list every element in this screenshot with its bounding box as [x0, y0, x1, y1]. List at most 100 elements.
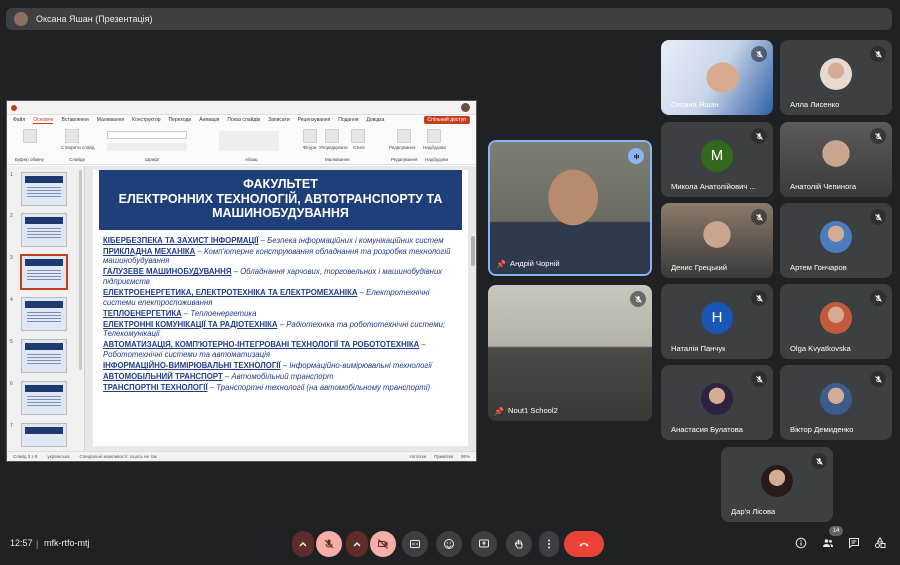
- paste-button[interactable]: [23, 129, 37, 143]
- participant-name: Артем Гончаров: [790, 263, 847, 272]
- ppt-tab[interactable]: Довідка: [366, 117, 384, 123]
- mic-off-icon: [755, 375, 763, 383]
- participant-tile[interactable]: Артем Гончаров: [780, 203, 892, 278]
- slide-thumbnail[interactable]: [21, 213, 67, 247]
- muted-indicator: [630, 291, 646, 307]
- participant-name: Андрій Чорній: [510, 259, 560, 268]
- participant-tile[interactable]: Анастасия Булатова: [661, 365, 773, 440]
- slide-number: 1: [10, 172, 13, 178]
- slide-number: 4: [10, 297, 13, 303]
- ppt-tab[interactable]: Рецензування: [298, 117, 331, 123]
- share-button[interactable]: Спільний доступ: [423, 116, 470, 124]
- pin-icon: 📌: [494, 407, 504, 416]
- chat-button[interactable]: [846, 535, 862, 551]
- ppt-tab-active[interactable]: Основне: [33, 117, 54, 124]
- slide-thumbnail[interactable]: [21, 297, 67, 331]
- muted-indicator: [811, 453, 827, 469]
- meeting-details-button[interactable]: [793, 535, 809, 551]
- meeting-controls-bar: 12:57 | mfk-rtfo-mtj 14: [0, 525, 900, 565]
- camera-toggle-button[interactable]: [370, 531, 396, 557]
- participant-avatar: [761, 464, 793, 497]
- status-comments[interactable]: Примітки: [434, 454, 453, 459]
- specialty-name: ЕЛЕКТРОЕНЕРГЕТИКА, ЕЛЕКТРОТЕХНІКА ТА ЕЛЕ…: [103, 287, 358, 297]
- ppt-tab[interactable]: Записати: [268, 117, 290, 123]
- participant-tile[interactable]: H Наталія Панчук: [661, 284, 773, 359]
- more-options-button[interactable]: [539, 531, 559, 557]
- program-name: Транспортні технології (на автомобільном…: [216, 383, 431, 393]
- chevron-up-icon: [299, 542, 307, 547]
- ppt-tab[interactable]: Конструктор: [132, 117, 161, 123]
- slide-thumbnail[interactable]: [21, 423, 67, 447]
- participant-tile[interactable]: 📌 Nout1 School2: [488, 285, 652, 421]
- shapes-button[interactable]: [303, 129, 317, 143]
- participant-tile[interactable]: Алла Лисенко: [780, 40, 892, 115]
- emoji-icon: [444, 539, 454, 549]
- muted-indicator: [751, 371, 767, 387]
- raise-hand-button[interactable]: [506, 531, 532, 557]
- slide-thumbnail-selected[interactable]: [21, 255, 67, 289]
- arrange-button[interactable]: [325, 129, 339, 143]
- activities-button[interactable]: [872, 535, 888, 551]
- participant-tile[interactable]: 📌 Андрій Чорній: [488, 140, 652, 276]
- ppt-tab[interactable]: Показ слайдів: [227, 117, 260, 123]
- ribbon-button-label: Фігури: [303, 145, 317, 150]
- ppt-tab[interactable]: Файл: [13, 117, 25, 123]
- slide-content: КІБЕРБЕЗПЕКА ТА ЗАХИСТ ІНФОРМАЦІЇ – Безп…: [93, 230, 468, 446]
- slide-thumbnails: 1 2 3 4 5 6 7: [7, 166, 85, 451]
- info-icon: [795, 537, 807, 549]
- ribbon-button-label: Упорядкувати: [319, 145, 348, 150]
- ribbon-button-label: Стилі: [353, 145, 365, 150]
- ppt-status-bar: Слайд 3 з 9 українська Спеціальні можлив…: [7, 451, 476, 461]
- present-screen-button[interactable]: [471, 531, 497, 557]
- slide-thumbnail[interactable]: [21, 339, 67, 373]
- presenter-avatar: [14, 12, 28, 26]
- current-slide: ФАКУЛЬТЕТ ЕЛЕКТРОННИХ ТЕХНОЛОГІЙ, АВТОТР…: [93, 170, 468, 446]
- program-name: Інформаційно-вимірювальні технології: [289, 361, 432, 371]
- slide-list-item: ТЕПЛОЕНЕРГЕТИКА – Теплоенергетика: [103, 308, 257, 318]
- reactions-button[interactable]: [436, 531, 462, 557]
- people-button[interactable]: [820, 535, 836, 551]
- addins-button[interactable]: [427, 129, 441, 143]
- participant-name: Nout1 School2: [508, 406, 558, 415]
- mic-off-icon: [755, 294, 763, 302]
- participant-tile[interactable]: Денис Грецький: [661, 203, 773, 278]
- muted-indicator: [870, 128, 886, 144]
- status-zoom[interactable]: 95%: [461, 454, 470, 459]
- participant-tile[interactable]: Анатолій Чепинога: [780, 122, 892, 197]
- meeting-code[interactable]: mfk-rtfo-mtj: [44, 538, 90, 548]
- ppt-tab[interactable]: Переходи: [169, 117, 192, 123]
- font-name-box[interactable]: [107, 131, 187, 139]
- muted-indicator: [751, 290, 767, 306]
- slide-scrollbar[interactable]: [471, 236, 475, 266]
- participant-tile[interactable]: M Микола Анатолійович ...: [661, 122, 773, 197]
- participant-tile[interactable]: Оксана Яшан: [661, 40, 773, 115]
- slide-thumbnail[interactable]: [21, 172, 67, 206]
- separator: |: [36, 539, 39, 549]
- slide-number: 2: [10, 213, 13, 219]
- participant-tile[interactable]: Olga Kvyatkovska: [780, 284, 892, 359]
- status-notes[interactable]: Нотатки: [409, 454, 426, 459]
- slide-thumbnail[interactable]: [21, 381, 67, 415]
- participant-tile[interactable]: Віктор Демиденко: [780, 365, 892, 440]
- powerpoint-icon: [11, 104, 17, 111]
- mic-options-button[interactable]: [292, 531, 314, 557]
- thumbnails-scrollbar[interactable]: [79, 170, 82, 370]
- new-slide-button[interactable]: [65, 129, 79, 143]
- editing-button[interactable]: [397, 129, 411, 143]
- captions-button[interactable]: [402, 531, 428, 557]
- ppt-tab[interactable]: Подання: [338, 117, 358, 123]
- presenter-bar[interactable]: Оксана Яшан (Презентація): [6, 8, 892, 30]
- participant-avatar: M: [701, 139, 733, 172]
- camera-options-button[interactable]: [346, 531, 368, 557]
- mic-toggle-button[interactable]: [316, 531, 342, 557]
- status-accessibility[interactable]: Спеціальні можливості: сщось не так: [79, 454, 156, 459]
- ppt-tab[interactable]: Анімація: [199, 117, 219, 123]
- participant-tile[interactable]: Дар'я Лісова: [721, 447, 833, 522]
- participant-avatar: H: [701, 301, 733, 334]
- ppt-tab[interactable]: Вставлення: [61, 117, 88, 123]
- mic-off-icon: [755, 213, 763, 221]
- ppt-tab[interactable]: Малювання: [97, 117, 124, 123]
- leave-call-button[interactable]: [564, 531, 604, 557]
- styles-button[interactable]: [351, 129, 365, 143]
- ribbon-group-label: Абзац: [245, 157, 258, 162]
